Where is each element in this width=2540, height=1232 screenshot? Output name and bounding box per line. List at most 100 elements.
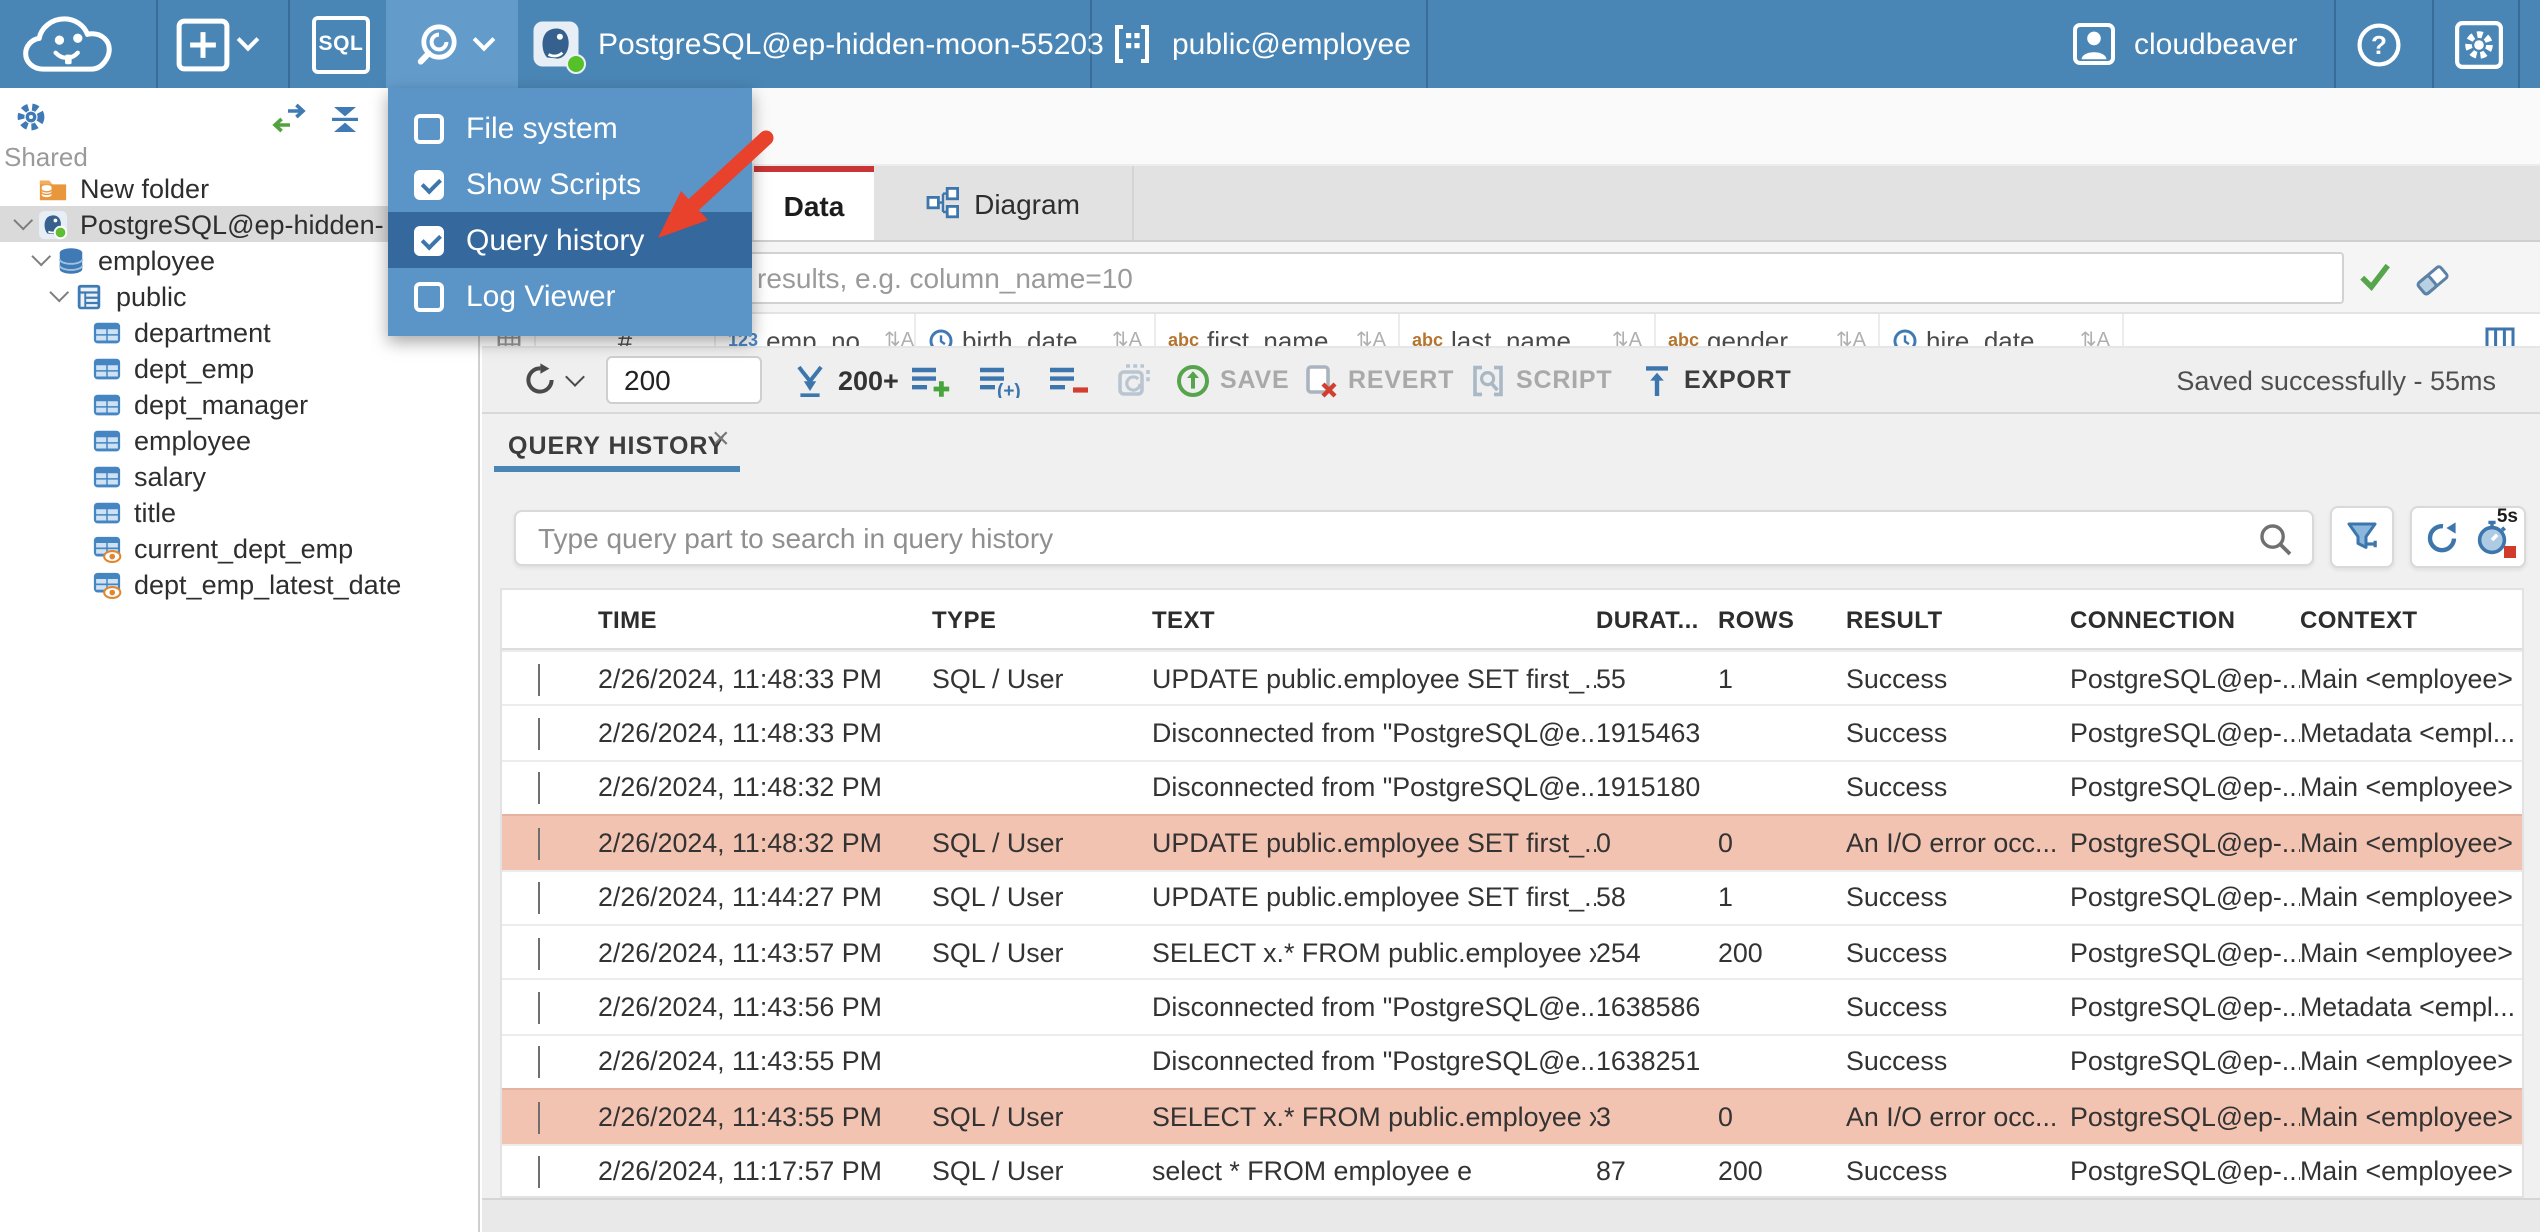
close-icon[interactable]: × xyxy=(712,422,730,456)
query-history-filter-button[interactable] xyxy=(2330,506,2394,568)
apply-filter-icon[interactable] xyxy=(2358,260,2392,292)
history-row[interactable]: 2/26/2024, 11:43:57 PM SQL / User SELECT x… xyxy=(502,923,2522,979)
filter-input[interactable] xyxy=(500,252,2344,304)
menu-item-file-system[interactable]: File system xyxy=(388,100,752,156)
tree-item-current-dept-emp[interactable]: current_dept_emp xyxy=(0,530,478,566)
new-object-button[interactable] xyxy=(176,0,280,88)
checkbox-unchecked-icon[interactable] xyxy=(414,113,444,143)
tree-item-employee[interactable]: employee xyxy=(0,422,478,458)
chevron-down-icon[interactable] xyxy=(24,247,56,267)
sort-icon[interactable]: ⇅A xyxy=(868,329,914,346)
cloudbeaver-app: SQL PostgreSQL@ep-hidden-moon-55203 publ… xyxy=(0,0,2540,1232)
column-label: emp_no xyxy=(766,325,861,346)
sort-icon[interactable]: ⇅A xyxy=(1340,329,1386,346)
settings-button[interactable] xyxy=(2454,0,2504,88)
column-header-durat[interactable]: DURAT... xyxy=(1596,605,1718,633)
tree-item-dept-emp-latest-date[interactable]: dept_emp_latest_date xyxy=(0,566,478,602)
expand-chevron-icon[interactable] xyxy=(502,1101,598,1134)
help-button[interactable]: ? xyxy=(2356,0,2402,88)
checkbox-checked-icon[interactable] xyxy=(414,169,444,199)
tab-data[interactable]: Data xyxy=(754,166,874,240)
expand-chevron-icon[interactable] xyxy=(502,663,598,696)
tab-diagram[interactable]: Diagram xyxy=(874,166,1134,240)
refresh-row-icon xyxy=(1118,364,1150,396)
checkbox-unchecked-icon[interactable] xyxy=(414,281,444,311)
sort-icon[interactable]: ⇅A xyxy=(2064,329,2110,346)
editor-tab-strip xyxy=(482,88,2540,166)
menu-item-log-viewer[interactable]: Log Viewer xyxy=(388,268,752,324)
tab-query-history[interactable]: QUERY HISTORY xyxy=(508,432,725,460)
refresh-row-button[interactable] xyxy=(1114,348,1152,412)
expand-chevron-icon[interactable] xyxy=(502,937,598,970)
sort-icon[interactable]: ⇅A xyxy=(1596,329,1642,346)
history-row[interactable]: 2/26/2024, 11:44:27 PM SQL / User UPDATE p… xyxy=(502,869,2522,924)
clear-filter-icon[interactable] xyxy=(2414,260,2452,296)
checkbox-checked-icon[interactable] xyxy=(414,225,444,255)
column-header-result[interactable]: RESULT xyxy=(1846,605,2070,633)
user-name: cloudbeaver xyxy=(2134,27,2298,61)
history-row[interactable]: 2/26/2024, 11:43:55 PM Disconnected from … xyxy=(502,1033,2522,1088)
sort-icon[interactable]: ⇅A xyxy=(1820,329,1866,346)
cell-type: SQL / User xyxy=(932,1156,1064,1187)
grid-column-gender[interactable]: abc gender ⇅A xyxy=(1656,314,1880,346)
column-header-connection[interactable]: CONNECTION xyxy=(2070,605,2300,633)
cell-rows: 0 xyxy=(1718,827,1733,858)
tree-item-dept-manager[interactable]: dept_manager xyxy=(0,386,478,422)
history-row[interactable]: 2/26/2024, 11:17:57 PM SQL / User select *… xyxy=(502,1143,2522,1198)
refresh-button[interactable] xyxy=(522,348,585,412)
grid-column-birth-date[interactable]: birth_date ⇅A xyxy=(916,314,1156,346)
column-header-rows[interactable]: ROWS xyxy=(1718,605,1846,633)
cell-connection: PostgreSQL@ep-... xyxy=(2070,663,2300,694)
tools-menu-button[interactable] xyxy=(386,0,518,88)
tree-item-title[interactable]: title xyxy=(0,494,478,530)
column-header-type[interactable]: TYPE xyxy=(932,605,1152,633)
expand-chevron-icon[interactable] xyxy=(502,827,598,860)
export-button[interactable]: EXPORT xyxy=(1640,348,1792,412)
cloudbeaver-logo[interactable] xyxy=(16,0,128,88)
auto-refresh-timer-icon[interactable]: 5s xyxy=(2476,506,2518,558)
expand-chevron-icon[interactable] xyxy=(502,772,598,805)
grid-column-last-name[interactable]: abc last_name ⇅A xyxy=(1400,314,1656,346)
history-row[interactable]: 2/26/2024, 11:43:56 PM Disconnected from … xyxy=(502,978,2522,1034)
link-with-editor-icon[interactable] xyxy=(272,102,306,134)
schema-selector[interactable]: public@employee xyxy=(1110,0,1411,88)
expand-chevron-icon[interactable] xyxy=(502,718,598,751)
column-header-context[interactable]: CONTEXT xyxy=(2300,605,2522,633)
history-row[interactable]: 2/26/2024, 11:48:32 PM SQL / User UPDATE p… xyxy=(502,814,2522,870)
collapse-all-icon[interactable] xyxy=(328,102,362,136)
history-row[interactable]: 2/26/2024, 11:48:33 PM SQL / User UPDATE p… xyxy=(502,650,2522,705)
expand-chevron-icon[interactable] xyxy=(502,1046,598,1079)
grid-column-first-name[interactable]: abc first_name ⇅A xyxy=(1156,314,1400,346)
connection-selector[interactable]: PostgreSQL@ep-hidden-moon-55203 xyxy=(532,0,1104,88)
save-button[interactable]: SAVE xyxy=(1176,348,1289,412)
menu-item-query-history[interactable]: Query history xyxy=(388,212,752,268)
column-header-time[interactable]: TIME xyxy=(598,605,932,633)
history-row[interactable]: 2/26/2024, 11:48:32 PM Disconnected from … xyxy=(502,759,2522,815)
fetch-next-page-button[interactable]: 200+ xyxy=(792,348,899,412)
revert-button[interactable]: REVERT xyxy=(1304,348,1454,412)
tree-item-dept-emp[interactable]: dept_emp xyxy=(0,350,478,386)
expand-chevron-icon[interactable] xyxy=(502,992,598,1025)
menu-item-show-scripts[interactable]: Show Scripts xyxy=(388,156,752,212)
expand-chevron-icon[interactable] xyxy=(502,882,598,915)
sql-editor-button[interactable]: SQL xyxy=(312,0,384,88)
column-settings-icon[interactable] xyxy=(2484,326,2516,346)
sort-icon[interactable]: ⇅A xyxy=(1096,329,1142,346)
delete-row-button[interactable] xyxy=(1048,348,1090,412)
expand-chevron-icon[interactable] xyxy=(502,1156,598,1189)
row-limit-input[interactable] xyxy=(606,356,762,404)
add-row-button[interactable] xyxy=(910,348,952,412)
tree-item-salary[interactable]: salary xyxy=(0,458,478,494)
grid-column-hire-date[interactable]: hire_date ⇅A xyxy=(1880,314,2124,346)
chevron-down-icon[interactable] xyxy=(6,211,38,231)
history-row[interactable]: 2/26/2024, 11:43:55 PM SQL / User SELECT x… xyxy=(502,1088,2522,1144)
history-row[interactable]: 2/26/2024, 11:48:33 PM Disconnected from … xyxy=(502,704,2522,760)
script-button[interactable]: SCRIPT xyxy=(1470,348,1613,412)
duplicate-row-button[interactable]: (+) xyxy=(978,348,1022,412)
refresh-icon[interactable] xyxy=(2424,519,2460,555)
column-header-text[interactable]: TEXT xyxy=(1152,605,1596,633)
chevron-down-icon[interactable] xyxy=(42,283,74,303)
query-history-search-input[interactable] xyxy=(514,510,2314,566)
sidebar-settings-icon[interactable] xyxy=(14,100,48,134)
user-menu[interactable]: cloudbeaver xyxy=(2072,0,2297,88)
